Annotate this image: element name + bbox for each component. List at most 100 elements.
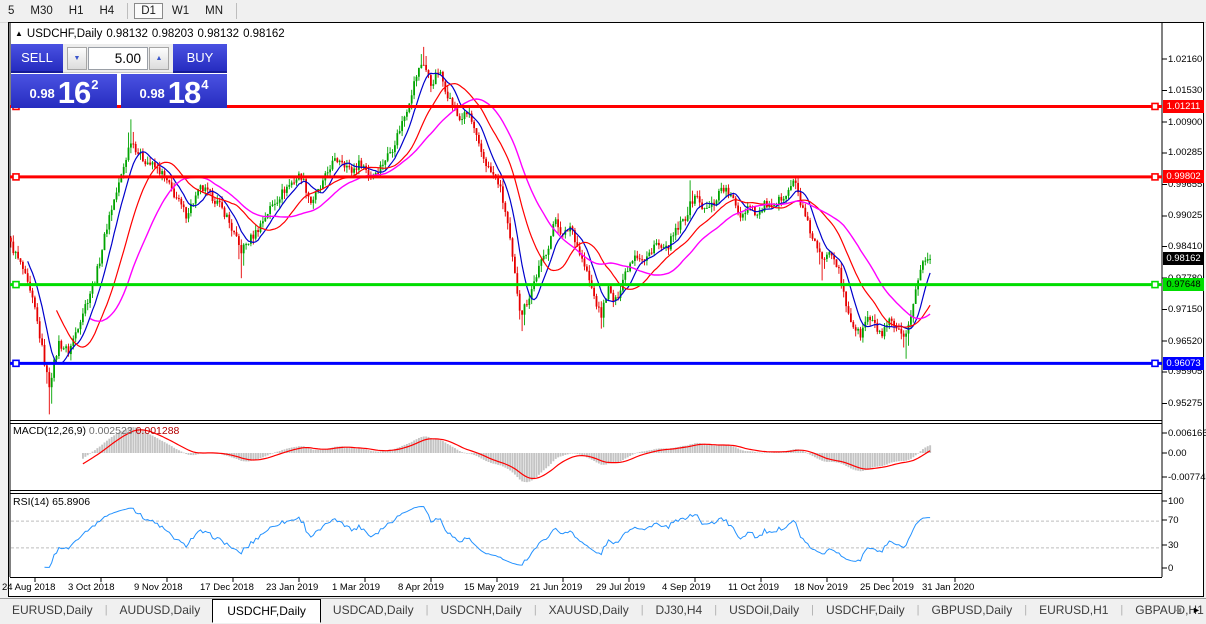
- sell-price-button[interactable]: 0.98 16 2: [11, 74, 117, 108]
- ohlc-open: 0.98132: [106, 28, 148, 40]
- chart-tab-eurusd-daily[interactable]: EURUSD,Daily: [0, 600, 105, 621]
- chart-window[interactable]: ▲USDCHF,Daily0.981320.982030.981320.9816…: [8, 22, 1204, 597]
- price-axis-label: 0.96520: [1168, 336, 1202, 347]
- hline-0.97648[interactable]: [10, 282, 1162, 288]
- macd-value-main: 0.002523: [89, 425, 133, 437]
- price-axis-label: 0.97150: [1168, 304, 1202, 315]
- price-axis-label: 0.95275: [1168, 398, 1202, 409]
- ma-34: [90, 99, 930, 321]
- buy-price-sup: 4: [201, 77, 208, 92]
- volume-down-icon: ▼: [74, 55, 81, 62]
- date-axis-label: 4 Sep 2019: [662, 582, 711, 593]
- date-axis-label: 31 Jan 2020: [922, 582, 974, 593]
- macd-value-signal: 0.001288: [136, 425, 180, 437]
- rsi-axis-label: 0: [1168, 563, 1173, 574]
- date-axis-label: 21 Jun 2019: [530, 582, 582, 593]
- buy-button[interactable]: BUY: [173, 44, 227, 73]
- tabs-scroll-right-icon[interactable]: ►: [1192, 605, 1201, 615]
- volume-input[interactable]: [88, 47, 148, 70]
- date-axis-label: 8 Apr 2019: [398, 582, 444, 593]
- rsi-axis-label: 70: [1168, 515, 1179, 526]
- mt4-terminal: 5M30H1H4D1W1MN ▲USDCHF,Daily0.981320.982…: [0, 0, 1206, 624]
- toolbar-separator: [236, 3, 237, 19]
- toolbar-separator: [127, 3, 128, 19]
- timeframe-button-5[interactable]: 5: [1, 3, 21, 19]
- date-axis-label: 25 Dec 2019: [860, 582, 914, 593]
- rsi-axis-label: 30: [1168, 540, 1179, 551]
- date-axis-label: 3 Oct 2018: [68, 582, 114, 593]
- collapse-arrow-icon[interactable]: ▲: [15, 29, 23, 38]
- chart-tab-usdchf-daily[interactable]: USDCHF,Daily: [212, 599, 321, 623]
- rsi-value: 65.8906: [52, 496, 90, 508]
- price-axis-label: 1.00285: [1168, 147, 1202, 158]
- date-axis-label: 15 May 2019: [464, 582, 519, 593]
- sell-price-base: 0.98: [29, 86, 54, 101]
- ohlc-high: 0.98203: [152, 28, 194, 40]
- timeframe-button-h1[interactable]: H1: [62, 3, 91, 19]
- date-axis-label: 11 Oct 2019: [728, 582, 779, 593]
- buy-price-big: 18: [168, 80, 200, 105]
- sell-price-big: 16: [58, 80, 90, 105]
- price-axis-label: 1.00900: [1168, 117, 1202, 128]
- chart-tab-bar: EURUSD,Daily|AUDUSD,DailyUSDCHF,DailyUSD…: [0, 598, 1206, 624]
- price-badge-0.99802: 0.99802: [1163, 170, 1204, 183]
- date-axis-label: 17 Dec 2018: [200, 582, 254, 593]
- timeframe-button-w1[interactable]: W1: [165, 3, 196, 19]
- macd-label: MACD(12,26,9) 0.002523 0.001288: [13, 425, 179, 437]
- buy-price-base: 0.98: [139, 86, 164, 101]
- price-badge-0.97648: 0.97648: [1163, 278, 1204, 291]
- price-badge-1.01211: 1.01211: [1163, 100, 1204, 113]
- sell-price-sup: 2: [91, 77, 98, 92]
- sell-button[interactable]: SELL: [11, 44, 63, 73]
- price-axis-label: 0.98410: [1168, 241, 1202, 252]
- macd-axis-label: -0.00774: [1168, 472, 1206, 483]
- chart-title: ▲USDCHF,Daily0.981320.982030.981320.9816…: [15, 28, 289, 40]
- volume-up-icon: ▲: [156, 55, 163, 62]
- chart-tab-usdcad-daily[interactable]: USDCAD,Daily: [321, 600, 426, 621]
- ma-20: [57, 84, 931, 348]
- date-axis-label: 29 Jul 2019: [596, 582, 645, 593]
- price-badge-0.96073: 0.96073: [1163, 357, 1204, 370]
- chart-tab-usdcnh-daily[interactable]: USDCNH,Daily: [428, 600, 533, 621]
- date-axis-label: 1 Mar 2019: [332, 582, 380, 593]
- macd-histogram: [82, 427, 931, 482]
- chart-symbol-label: USDCHF,Daily: [27, 28, 102, 40]
- chart-tab-dj30-h4[interactable]: DJ30,H4: [644, 600, 715, 621]
- rsi-axis-label: 100: [1168, 496, 1184, 507]
- volume-stepper: ▼ ▲: [63, 44, 173, 73]
- rsi-label: RSI(14) 65.8906: [13, 496, 90, 508]
- timeframe-toolbar: 5M30H1H4 D1W1MN: [0, 0, 1206, 23]
- tabs-scroll-left-icon[interactable]: ◄: [1174, 605, 1183, 615]
- ohlc-low: 0.98132: [197, 28, 239, 40]
- chart-tab-eurusd-h1[interactable]: EURUSD,H1: [1027, 600, 1120, 621]
- chart-tab-usdchf-daily[interactable]: USDCHF,Daily: [814, 600, 917, 621]
- current-price-badge: 0.98162: [1163, 252, 1204, 265]
- timeframe-button-m30[interactable]: M30: [23, 3, 59, 19]
- buy-price-button[interactable]: 0.98 18 4: [121, 74, 227, 108]
- timeframe-button-d1[interactable]: D1: [134, 3, 163, 19]
- timeframe-button-h4[interactable]: H4: [92, 3, 121, 19]
- date-axis-label: 18 Nov 2019: [794, 582, 848, 593]
- price-axis-label: 1.02160: [1168, 54, 1202, 65]
- price-axis-label: 1.01530: [1168, 85, 1202, 96]
- hline-0.96073[interactable]: [10, 360, 1162, 366]
- macd-name: MACD(12,26,9): [13, 425, 86, 437]
- chart-tab-gbpusd-daily[interactable]: GBPUSD,Daily: [920, 600, 1025, 621]
- price-axis-label: 0.99025: [1168, 210, 1202, 221]
- timeframe-button-mn[interactable]: MN: [198, 3, 230, 19]
- volume-down-button[interactable]: ▼: [67, 47, 87, 70]
- chart-tab-audusd-daily[interactable]: AUDUSD,Daily: [108, 600, 213, 621]
- ohlc-close: 0.98162: [243, 28, 285, 40]
- volume-up-button[interactable]: ▲: [149, 47, 169, 70]
- rsi-line: [45, 507, 931, 568]
- chart-tab-xauusd-daily[interactable]: XAUUSD,Daily: [537, 600, 641, 621]
- macd-axis-label: 0.006166: [1168, 428, 1206, 439]
- ma-8: [28, 73, 930, 363]
- macd-signal-line: [83, 430, 930, 479]
- one-click-trade-panel: SELL ▼ ▲ BUY 0.98 16 2 0.98 18 4: [11, 44, 227, 108]
- chart-tab-usdoil-daily[interactable]: USDOil,Daily: [717, 600, 811, 621]
- macd-axis-label: 0.00: [1168, 448, 1187, 459]
- rsi-name: RSI(14): [13, 496, 49, 508]
- date-axis-label: 23 Jan 2019: [266, 582, 318, 593]
- date-axis-label: 24 Aug 2018: [2, 582, 55, 593]
